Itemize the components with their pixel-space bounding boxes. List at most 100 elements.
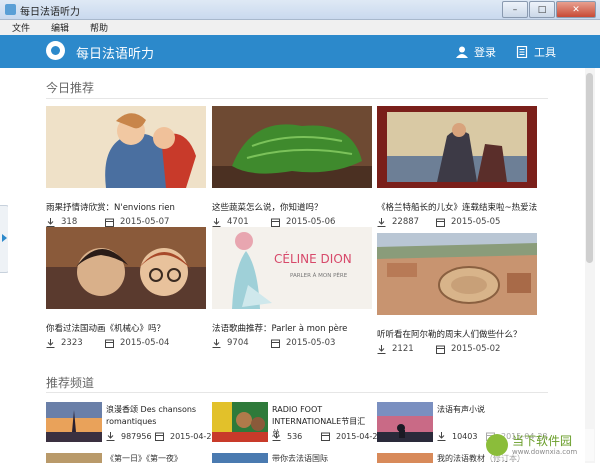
view-count: 318 [61, 217, 78, 227]
card-title[interactable]: 法语歌曲推荐：Parler à mon père [212, 322, 372, 334]
calendar-icon [436, 345, 445, 354]
publish-date: 2015-05-02 [451, 344, 501, 354]
watermark: 当下软件园 www.downxia.com [486, 429, 594, 461]
window-controls: – □ ✕ [501, 1, 596, 18]
calendar-icon [155, 432, 164, 441]
download-icon [46, 217, 55, 227]
card-image: CÉLINE DION PARLER À MON PÈRE [212, 227, 372, 309]
calendar-icon [271, 218, 280, 227]
download-icon [377, 217, 386, 227]
section-title-channels: 推荐频道 [46, 376, 95, 390]
view-count: 2121 [392, 344, 414, 354]
card-image [46, 106, 206, 188]
view-count: 4701 [227, 217, 249, 227]
calendar-icon [105, 218, 114, 227]
channel-thumbnail [46, 453, 102, 463]
window-titlebar: 每日法语听力 – □ ✕ [0, 0, 600, 20]
download-icon [212, 338, 221, 348]
user-icon [456, 46, 468, 58]
download-icon [212, 217, 221, 227]
view-count: 2323 [61, 338, 83, 348]
album-title-text: PARLER À MON PÈRE [290, 271, 348, 279]
card-title[interactable]: 听听看在阿尔勒的周末人们做些什么？ [377, 328, 537, 340]
card-meta: 2121 2015-05-02 [377, 344, 537, 354]
menu-edit[interactable]: 编辑 [39, 20, 78, 35]
view-count: 987956 [121, 432, 152, 441]
main-content: 今日推荐 雨果抒情诗欣赏：N'envions rien 318 2015-05-… [8, 68, 584, 463]
card-image [46, 227, 206, 309]
channel-thumbnail [212, 453, 268, 463]
app-header: 每日法语听力 登录 工具 [0, 35, 600, 68]
app-icon [5, 4, 16, 15]
calendar-icon [105, 339, 114, 348]
card-meta: 4701 2015-05-06 [212, 217, 372, 227]
calendar-icon [271, 339, 280, 348]
recommend-card[interactable]: 《格兰特船长的儿女》连载结束啦~热爱法... 22887 2015-05-05 [377, 106, 537, 227]
publish-date: 2015-05-03 [286, 338, 336, 348]
publish-date: 2015-05-04 [120, 338, 170, 348]
calendar-icon [321, 432, 330, 441]
recommend-card[interactable]: 这些蔬菜怎么说，你知道吗？ 4701 2015-05-06 [212, 106, 372, 227]
tools-label: 工具 [534, 46, 556, 59]
channel-item[interactable]: 浪漫香颂 Des chansons romantiques 987956 201… [46, 402, 217, 446]
channel-meta: 987956 2015-04-28 [106, 432, 217, 441]
channel-item[interactable]: RADIO FOOT INTERNATIONALE节目汇总 536 2015-0… [212, 402, 383, 446]
channel-meta: 536 2015-04-28 [272, 432, 383, 441]
section-title-today: 今日推荐 [46, 81, 95, 95]
view-count: 22887 [392, 217, 420, 227]
app-name: 每日法语听力 [76, 47, 155, 62]
scrollbar-thumb[interactable] [586, 73, 593, 263]
minimize-button[interactable]: – [502, 1, 528, 18]
download-icon [377, 344, 386, 354]
menu-file[interactable]: 文件 [0, 20, 39, 35]
publish-date: 2015-05-07 [120, 217, 170, 227]
channel-thumbnail [377, 453, 433, 463]
channel-thumbnail [377, 402, 433, 442]
publish-date: 2015-04-28 [336, 432, 383, 441]
publish-date: 2015-04-28 [170, 432, 217, 441]
recommend-card[interactable]: 听听看在阿尔勒的周末人们做些什么？ 2121 2015-05-02 [377, 233, 537, 354]
channel-title[interactable]: 带你去法语国际 [272, 453, 328, 463]
channel-thumbnail [212, 402, 268, 442]
watermark-text: 当下软件园 [512, 433, 573, 448]
watermark-logo-icon [486, 434, 508, 456]
app-logo-icon [46, 41, 65, 60]
recommend-card[interactable]: CÉLINE DION PARLER À MON PÈRE 法语歌曲推荐：Par… [212, 227, 372, 348]
card-meta: 22887 2015-05-05 [377, 217, 537, 227]
card-meta: 9704 2015-05-03 [212, 338, 372, 348]
download-icon [437, 432, 446, 441]
card-title[interactable]: 你看过法国动画《机械心》吗？ [46, 322, 206, 334]
card-image [377, 106, 537, 188]
menu-help[interactable]: 帮助 [78, 20, 117, 35]
tools-button[interactable]: 工具 [516, 44, 556, 60]
document-icon [516, 46, 528, 58]
card-title[interactable]: 雨果抒情诗欣赏：N'envions rien [46, 201, 206, 213]
section-divider [46, 98, 548, 99]
view-count: 536 [287, 432, 303, 441]
close-button[interactable]: ✕ [556, 1, 596, 18]
view-count: 10403 [452, 432, 478, 441]
card-image [212, 106, 372, 188]
vertical-scrollbar[interactable] [585, 68, 595, 463]
channel-title[interactable]: 法语有声小说 [437, 404, 537, 416]
login-label: 登录 [474, 46, 496, 59]
channel-title[interactable]: 《第一日》《第一夜》 [106, 453, 182, 463]
maximize-button[interactable]: □ [529, 1, 555, 18]
card-title[interactable]: 《格兰特船长的儿女》连载结束啦~热爱法... [377, 201, 537, 213]
login-button[interactable]: 登录 [456, 44, 496, 60]
download-icon [272, 432, 281, 441]
album-artist-text: CÉLINE DION [274, 251, 352, 266]
card-meta: 318 2015-05-07 [46, 217, 206, 227]
download-icon [46, 338, 55, 348]
window-title: 每日法语听力 [20, 7, 80, 18]
watermark-url: www.downxia.com [512, 447, 578, 456]
recommend-card[interactable]: 你看过法国动画《机械心》吗？ 2323 2015-05-04 [46, 227, 206, 348]
menu-bar: 文件 编辑 帮助 [0, 20, 600, 36]
recommend-card[interactable]: 雨果抒情诗欣赏：N'envions rien 318 2015-05-07 [46, 106, 206, 227]
calendar-icon [436, 218, 445, 227]
channel-title[interactable]: 浪漫香颂 Des chansons romantiques [106, 404, 206, 428]
section-divider [46, 392, 548, 393]
card-meta: 2323 2015-05-04 [46, 338, 206, 348]
card-title[interactable]: 这些蔬菜怎么说，你知道吗？ [212, 201, 372, 213]
download-icon [106, 432, 115, 441]
